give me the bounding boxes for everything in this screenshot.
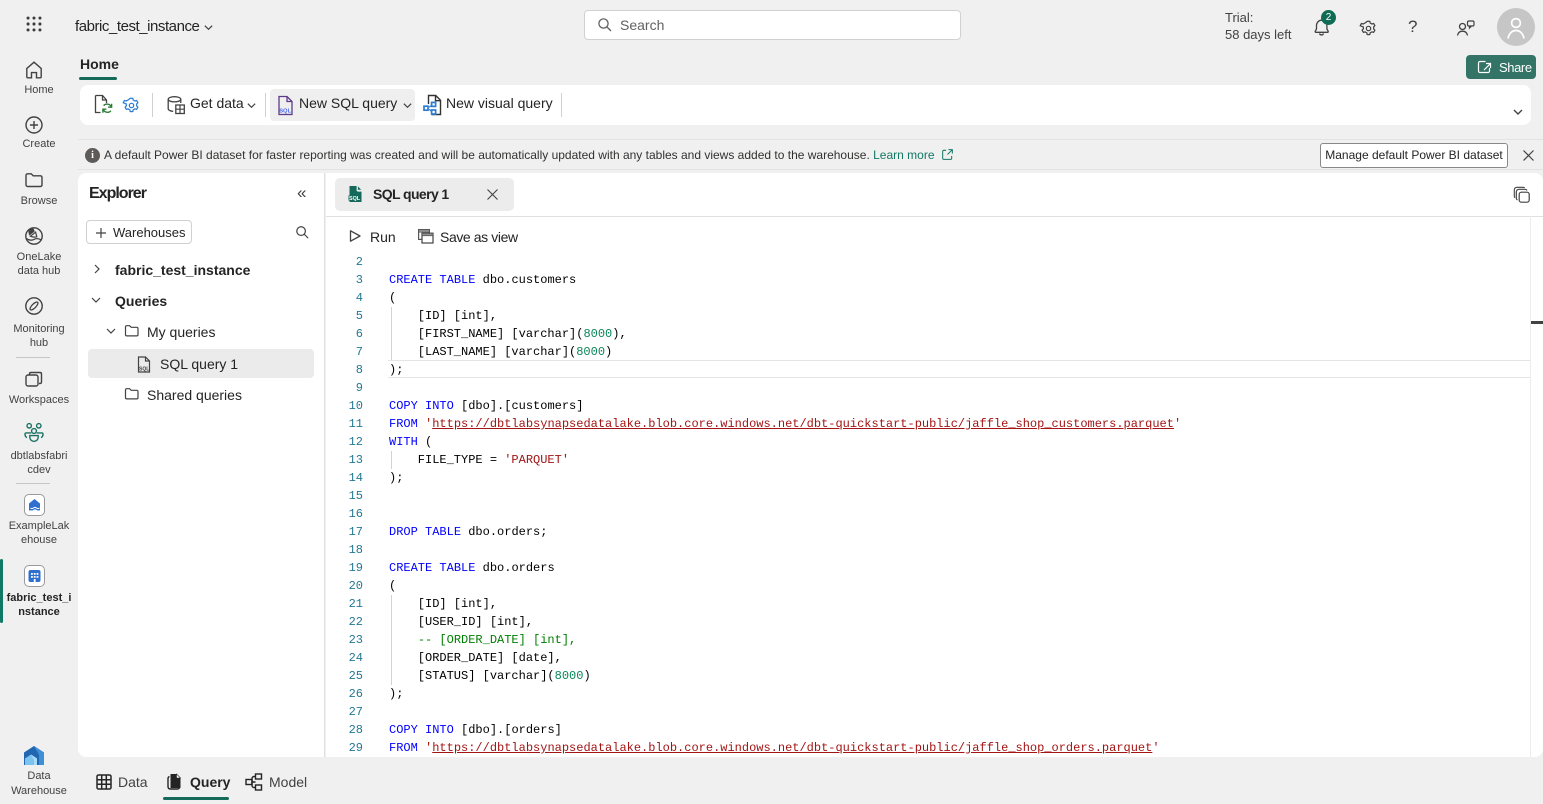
svg-text:SQL: SQL xyxy=(349,196,361,202)
svg-text:SQL: SQL xyxy=(279,109,291,115)
svg-text:SQL: SQL xyxy=(139,367,149,373)
